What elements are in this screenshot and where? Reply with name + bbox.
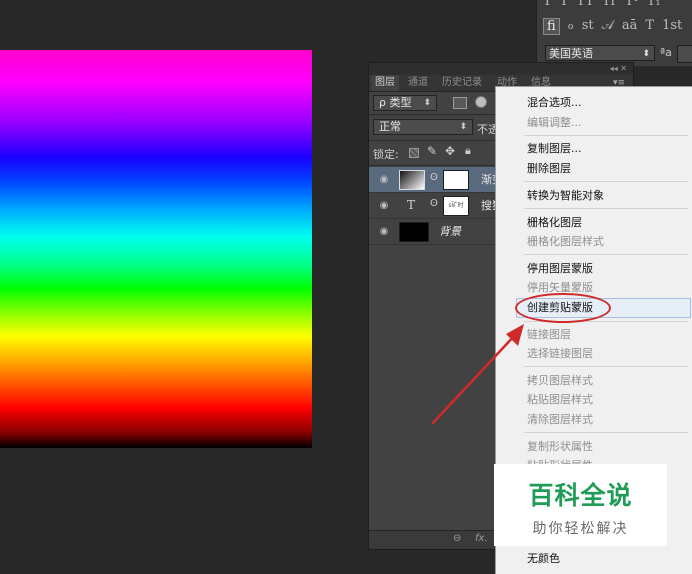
lock-all-icon[interactable]: 🔒︎: [465, 144, 471, 158]
discretionary-ligatures-button[interactable]: st: [582, 18, 594, 35]
watermark-title: 百科全说: [528, 481, 633, 510]
all-caps-button[interactable]: TT: [576, 0, 594, 9]
anti-alias-select[interactable]: [677, 45, 692, 63]
faux-bold-button[interactable]: T: [543, 0, 552, 9]
annotation-arrow-shaft: [431, 333, 517, 425]
visibility-eye-icon[interactable]: ◉: [378, 174, 390, 186]
filter-kind-select[interactable]: ρ 类型 ⬍: [373, 95, 437, 111]
ordinals-button[interactable]: 1st: [662, 18, 682, 35]
character-panel: T T TT Tr T¹ T₁ fi ℴ st 𝒜 aā T 1st 美国英语 …: [536, 0, 692, 66]
subscript-button[interactable]: T₁: [647, 0, 661, 9]
opentype-row: fi ℴ st 𝒜 aā T 1st: [543, 18, 682, 35]
menu-item-rasterize-layer[interactable]: 栅格化图层: [496, 213, 692, 232]
faux-italic-button[interactable]: T: [560, 0, 569, 9]
pixel-filter-icon[interactable]: [453, 97, 467, 109]
mask-link-icon[interactable]: ʘ: [430, 198, 438, 209]
tab-channels[interactable]: 通道: [408, 75, 428, 91]
layer-thumbnail: [399, 170, 425, 190]
menu-item-rasterize-layer-style[interactable]: 栅格化图层样式: [496, 232, 692, 251]
small-caps-button[interactable]: Tr: [602, 0, 617, 9]
stepper-arrows-icon: ⬍: [642, 49, 650, 59]
superscript-button[interactable]: T¹: [625, 0, 639, 9]
watermark-badge: 百科全说 助你轻松解决: [494, 464, 667, 546]
visibility-eye-icon[interactable]: ◉: [378, 200, 390, 212]
old-style-button[interactable]: ℴ: [568, 18, 574, 35]
language-select[interactable]: 美国英语 ⬍: [545, 45, 655, 61]
text-mask-thumbnail[interactable]: s矿时: [443, 196, 469, 216]
lock-pixels-brush-icon[interactable]: ✎: [427, 144, 437, 158]
menu-item-delete-layer[interactable]: 删除图层: [496, 159, 692, 178]
fx-styles-button[interactable]: fx.: [475, 533, 488, 544]
menu-item-convert-smart-object[interactable]: 转换为智能对象: [496, 186, 692, 205]
lock-label: 锁定:: [373, 148, 399, 161]
text-layer-icon: T: [407, 198, 416, 212]
menu-item-edit-adjustment[interactable]: 编辑调整...: [496, 113, 692, 132]
anti-alias-label: ªa: [660, 46, 672, 59]
language-value: 美国英语: [549, 47, 593, 60]
titling-alternates-button[interactable]: T: [645, 18, 654, 35]
stepper-arrows-icon: ⬍: [459, 122, 467, 132]
tab-layers[interactable]: 图层: [371, 75, 399, 91]
menu-item-disable-vector-mask[interactable]: 停用矢量蒙版: [496, 278, 692, 297]
lock-transparent-icon[interactable]: [409, 148, 419, 158]
type-style-row: T T TT Tr T¹ T₁: [543, 0, 661, 9]
menu-item-copy-shape-attributes[interactable]: 复制形状属性: [496, 437, 692, 456]
lock-position-move-icon[interactable]: ✥: [445, 144, 455, 158]
adjustment-filter-icon[interactable]: [475, 96, 487, 108]
collapse-close-icons[interactable]: ◂◂ ✕: [610, 64, 627, 73]
watermark-subtitle: 助你轻松解决: [532, 521, 629, 537]
tab-history[interactable]: 历史记录: [442, 75, 482, 91]
ligatures-button[interactable]: fi: [543, 18, 560, 35]
menu-item-disable-layer-mask[interactable]: 停用图层蒙版: [496, 259, 692, 278]
blend-mode-select[interactable]: 正常 ⬍: [373, 119, 473, 135]
swash-button[interactable]: 𝒜: [602, 18, 614, 35]
menu-item-no-color[interactable]: 无颜色: [496, 549, 692, 568]
layer-thumbnail: [399, 222, 429, 242]
link-layers-icon[interactable]: ⊖: [453, 533, 461, 544]
menu-item-blending-options[interactable]: 混合选项...: [496, 93, 692, 112]
layer-name[interactable]: 背景: [439, 219, 461, 245]
annotation-arrow: [431, 324, 524, 425]
stylistic-alternates-button[interactable]: aā: [622, 18, 638, 35]
document-canvas-gradient[interactable]: [0, 50, 312, 448]
panel-titlebar[interactable]: ◂◂ ✕: [369, 63, 633, 75]
blend-mode-value: 正常: [379, 120, 401, 133]
filter-kind-value: ρ 类型: [379, 96, 412, 109]
visibility-eye-icon[interactable]: ◉: [378, 226, 390, 238]
mask-link-icon[interactable]: ʘ: [430, 172, 438, 183]
menu-item-duplicate-layer[interactable]: 复制图层...: [496, 139, 692, 158]
stepper-arrows-icon: ⬍: [423, 98, 431, 108]
layer-mask-thumbnail[interactable]: [443, 170, 469, 190]
